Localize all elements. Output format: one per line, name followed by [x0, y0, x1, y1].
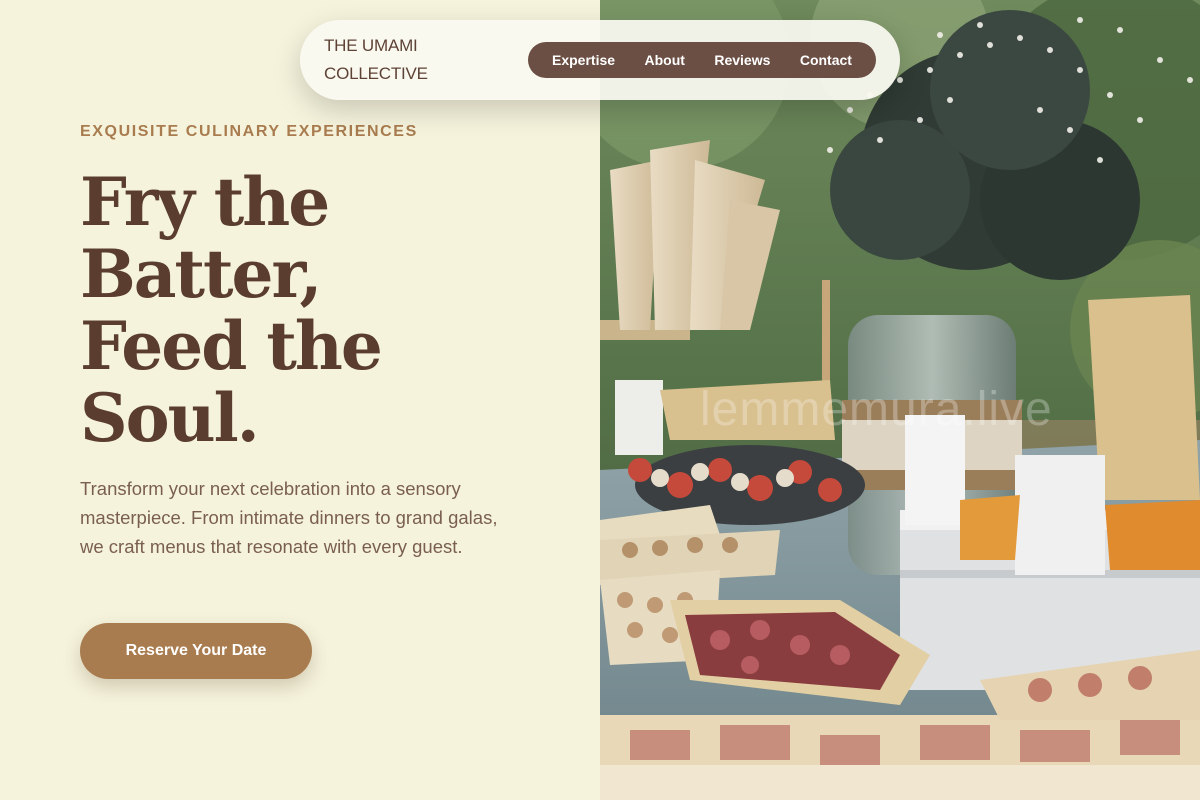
nav-link-contact[interactable]: Contact	[800, 52, 852, 68]
nav-links: Expertise About Reviews Contact	[528, 42, 876, 78]
top-navigation: THE UMAMI COLLECTIVE Expertise About Rev…	[300, 20, 900, 100]
nav-link-about[interactable]: About	[644, 52, 684, 68]
photo-watermark: lemmemura.live	[700, 383, 1053, 436]
hero-description: Transform your next celebration into a s…	[80, 478, 498, 557]
headline-line: Fry the	[80, 163, 330, 241]
reserve-date-button[interactable]: Reserve Your Date	[80, 623, 312, 679]
hero-text-panel: EXQUISITE CULINARY EXPERIENCES Fry the B…	[0, 0, 600, 800]
catering-photo: lemmemura.live	[600, 0, 1200, 800]
nav-link-expertise[interactable]: Expertise	[552, 52, 615, 68]
headline-line: Batter,	[80, 235, 322, 313]
headline-line: Soul.	[80, 379, 260, 457]
headline-line: Feed the	[80, 307, 383, 385]
brand-logo[interactable]: THE UMAMI COLLECTIVE	[324, 32, 504, 88]
hero-eyebrow: EXQUISITE CULINARY EXPERIENCES	[80, 123, 418, 140]
nav-link-reviews[interactable]: Reviews	[714, 52, 770, 68]
brand-line: THE UMAMI	[324, 36, 418, 55]
hero-headline: Fry the Batter, Feed the Soul.	[80, 166, 500, 454]
brand-line: COLLECTIVE	[324, 64, 428, 83]
